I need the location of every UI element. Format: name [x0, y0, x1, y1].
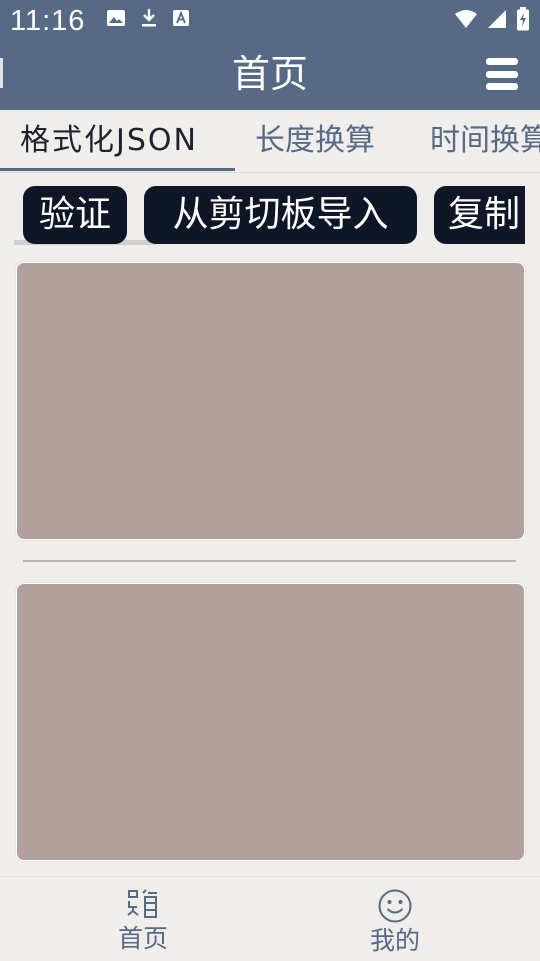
- home-icon: [127, 889, 157, 918]
- signal-icon: [488, 10, 506, 28]
- tab-time-conversion[interactable]: 时间换算: [430, 122, 540, 160]
- section-divider: [23, 560, 516, 562]
- tab-length-conversion[interactable]: 长度换算: [255, 122, 375, 160]
- import-from-clipboard-button[interactable]: 从剪切板导入: [144, 186, 417, 244]
- wifi-icon: [455, 10, 477, 28]
- app-bar: 首页: [0, 40, 540, 110]
- menu-icon: [486, 58, 518, 65]
- image-icon: [107, 10, 125, 26]
- validate-button[interactable]: 验证: [23, 186, 127, 244]
- status-system-icons: [454, 7, 530, 31]
- nav-label-home: 首页: [117, 924, 168, 953]
- page-title: 首页: [231, 52, 308, 96]
- json-input-area[interactable]: [16, 262, 525, 540]
- battery-charging-icon: [517, 7, 529, 31]
- status-bar: 11:16: [0, 0, 540, 40]
- copy-button[interactable]: 复制: [434, 186, 525, 244]
- nav-label-mine: 我的: [369, 926, 420, 955]
- nav-item-mine[interactable]: 我的: [335, 889, 455, 955]
- bottom-navigation: 首页 我的: [0, 876, 540, 961]
- action-chip-row: 验证 从剪切板导入 复制: [0, 186, 525, 248]
- nav-item-home[interactable]: 首页: [83, 889, 203, 953]
- tab-format-json[interactable]: 格式化JSON: [20, 122, 198, 160]
- status-notification-icons: [106, 8, 190, 28]
- tab-bar: 格式化JSON 长度换算 时间换算: [0, 110, 540, 173]
- menu-button[interactable]: [486, 58, 518, 90]
- smiley-icon: [378, 889, 412, 923]
- json-output-area[interactable]: [16, 583, 525, 861]
- download-icon: [142, 9, 156, 27]
- status-time: 11:16: [10, 5, 86, 37]
- font-icon: [173, 10, 189, 26]
- active-tab-indicator: [0, 168, 235, 171]
